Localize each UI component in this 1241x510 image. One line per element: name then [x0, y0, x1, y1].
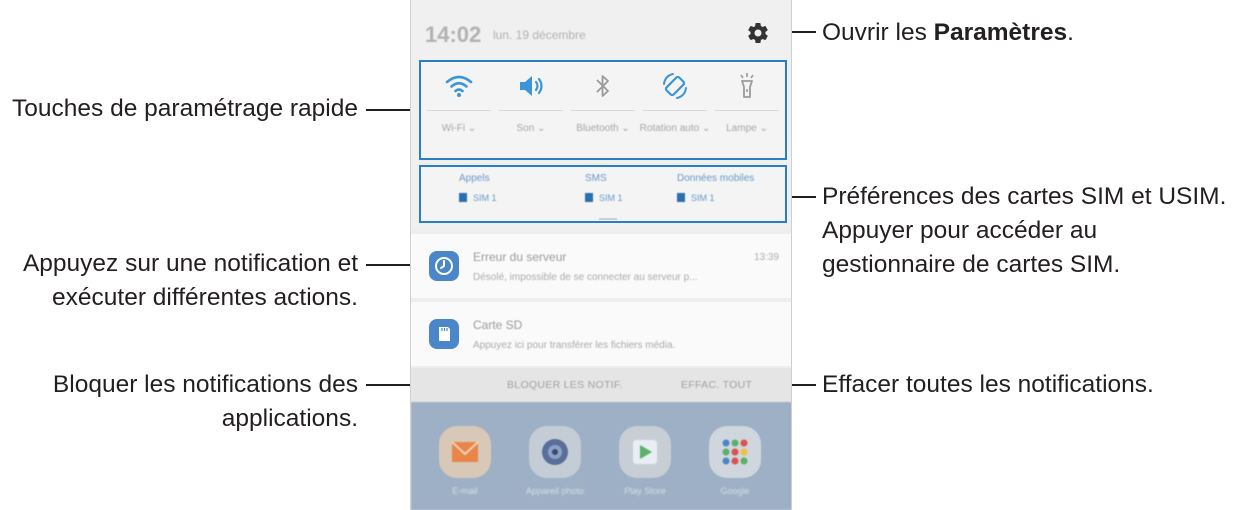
notification-time: 13:39	[753, 252, 779, 263]
date: lun. 19 décembre	[493, 28, 586, 42]
app-email[interactable]: E-mail	[435, 426, 495, 510]
divider	[643, 110, 707, 111]
notification-item[interactable]: Erreur du serveur Désolé, impossible de …	[411, 234, 791, 298]
home-screen-background: E-mail Appareil photo Play Store Google	[411, 402, 791, 510]
sim-value-text: SIM 1	[599, 193, 623, 203]
quick-settings-annotation: Touches de paramétrage rapide	[6, 92, 358, 126]
sim-calls[interactable]: Appels SIM 1	[459, 173, 497, 217]
sim-value-text: SIM 1	[473, 193, 497, 203]
annotation-text: exécuter différentes actions.	[52, 284, 358, 311]
app-label: Appareil photo	[525, 486, 585, 496]
wifi-icon	[445, 75, 473, 97]
sim-title: Appels	[459, 173, 490, 184]
drag-handle[interactable]	[599, 218, 617, 220]
notification-annotation: Appuyez sur une notification et exécuter…	[6, 247, 358, 315]
clear-annotation: Effacer toutes les notifications.	[822, 368, 1154, 402]
annotation-text: gestionnaire de cartes SIM.	[822, 251, 1121, 278]
quick-setting-flashlight[interactable]: Lampe ⌄	[711, 62, 783, 158]
clock-icon	[429, 251, 459, 281]
sim-mobile-data[interactable]: Données mobiles SIM 1	[677, 173, 754, 217]
sim-value-text: SIM 1	[691, 193, 715, 203]
notification-title: Erreur du serveur	[473, 250, 567, 264]
app-google-folder[interactable]: Google	[705, 426, 765, 510]
quick-setting-bluetooth[interactable]: Bluetooth ⌄	[567, 62, 639, 158]
quick-settings-panel: Wi-Fi ⌄ Son ⌄ Bluetooth ⌄ Rotation auto …	[419, 60, 787, 160]
annotation-bold-text: Paramètres	[933, 19, 1068, 46]
email-glyph	[451, 441, 479, 462]
sim-card-icon	[459, 193, 467, 202]
play-store-icon	[619, 426, 671, 478]
app-label: Google	[720, 486, 750, 496]
clock: 14:02	[425, 22, 482, 47]
email-icon	[439, 426, 491, 478]
divider	[715, 110, 779, 111]
sim-value: SIM 1	[677, 193, 754, 203]
notification-text: Désolé, impossible de se connecter au se…	[473, 272, 698, 283]
quick-setting-label: Lampe ⌄	[726, 123, 768, 134]
block-annotation: Bloquer les notifications des applicatio…	[6, 368, 358, 436]
quick-setting-wifi[interactable]: Wi-Fi ⌄	[423, 62, 495, 158]
divider	[499, 110, 563, 111]
sd-card-glyph	[439, 327, 450, 341]
gear-icon[interactable]	[746, 21, 770, 45]
speaker-icon	[520, 76, 543, 96]
quick-setting-label: Bluetooth ⌄	[576, 123, 630, 134]
app-play-store[interactable]: Play Store	[615, 426, 675, 510]
quick-setting-label: Wi-Fi ⌄	[441, 123, 477, 134]
sim-value: SIM 1	[459, 193, 497, 203]
divider	[427, 110, 491, 111]
notification-action-bar: BLOQUER LES NOTIF. EFFAC. TOUT	[411, 368, 791, 402]
camera-icon	[529, 426, 581, 478]
notification-panel: 14:02 lun. 19 décembre Wi-Fi ⌄ Son ⌄ Blu…	[410, 0, 792, 510]
camera-glyph	[542, 439, 568, 465]
annotation-text: .	[1067, 19, 1074, 46]
notification-title: Carte SD	[473, 318, 523, 332]
play-store-glyph	[633, 440, 657, 464]
bluetooth-icon	[596, 75, 609, 97]
clock-glyph	[435, 257, 453, 275]
sim-sms[interactable]: SMS SIM 1	[585, 173, 623, 217]
divider	[571, 110, 635, 111]
sim-card-icon	[585, 193, 593, 202]
app-label: Play Store	[624, 486, 666, 496]
sim-card-icon	[677, 193, 685, 202]
sd-card-icon	[429, 319, 459, 349]
google-folder-icon	[709, 426, 761, 478]
google-folder-glyph	[722, 439, 748, 465]
sim-annotation: Préférences des cartes SIM et USIM. Appu…	[822, 180, 1226, 282]
annotation-text: Bloquer les notifications des	[52, 371, 358, 398]
annotation-text: Ouvrir les	[822, 19, 934, 46]
quick-setting-sound[interactable]: Son ⌄	[495, 62, 567, 158]
sim-value: SIM 1	[585, 193, 623, 203]
clear-all-button[interactable]: EFFAC. TOUT	[681, 379, 752, 391]
notification-item[interactable]: Carte SD Appuyez ici pour transférer les…	[411, 302, 791, 366]
sim-title: Données mobiles	[677, 173, 755, 184]
notification-text: Appuyez ici pour transférer les fichiers…	[473, 340, 676, 351]
annotation-text: applications.	[221, 405, 358, 432]
status-bar: 14:02 lun. 19 décembre	[411, 10, 791, 58]
annotation-text: Appuyer pour accéder au	[822, 217, 1098, 244]
quick-setting-label: Son ⌄	[516, 123, 546, 134]
app-camera[interactable]: Appareil photo	[525, 426, 585, 510]
annotation-text: Appuyez sur une notification et	[22, 250, 358, 277]
annotation-text: Préférences des cartes SIM et USIM.	[822, 183, 1227, 210]
quick-setting-rotation[interactable]: Rotation auto ⌄	[639, 62, 711, 158]
settings-annotation: Ouvrir les Paramètres.	[822, 16, 1074, 50]
sim-title: SMS	[585, 173, 607, 184]
annotation-text: Touches de paramétrage rapide	[12, 95, 358, 122]
annotation-text: Effacer toutes les notifications.	[822, 371, 1154, 398]
flashlight-icon	[740, 73, 754, 98]
auto-rotate-icon	[663, 73, 687, 99]
block-notifications-button[interactable]: BLOQUER LES NOTIF.	[507, 379, 623, 391]
quick-setting-label: Rotation auto ⌄	[639, 123, 711, 134]
notification-list: Erreur du serveur Désolé, impossible de …	[411, 228, 791, 368]
app-label: E-mail	[452, 486, 478, 496]
sim-preferences-panel[interactable]: Appels SIM 1 SMS SIM 1 Données mobiles S…	[419, 165, 787, 223]
